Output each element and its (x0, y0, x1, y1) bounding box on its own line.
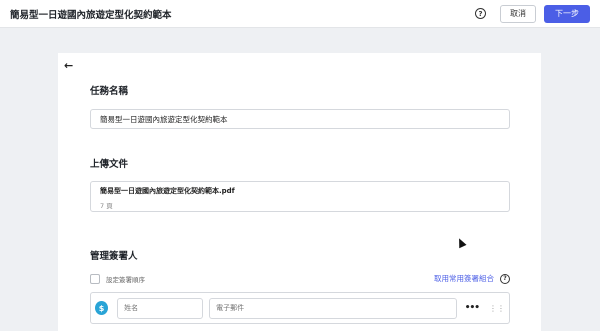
more-options-icon[interactable]: ••• (465, 303, 480, 313)
signer-row: $ ••• ⋮⋮ (90, 292, 510, 324)
signer-name-input[interactable] (117, 297, 204, 319)
signing-order-label: 設定簽署順序 (106, 275, 145, 284)
uploaded-file-card[interactable]: 簡易型一日遊國內旅遊定型化契約範本.pdf 7 頁 (90, 181, 510, 212)
signer-type-icon[interactable]: $ (95, 301, 109, 315)
cancel-button[interactable]: 取消 (500, 4, 536, 23)
help-icon[interactable]: ? (475, 8, 486, 19)
signing-order-row: 設定簽署順序 取用常用簽署組合 ? (90, 273, 510, 284)
task-name-heading: 任務名稱 (90, 86, 129, 97)
back-arrow-icon[interactable]: ← (64, 59, 73, 72)
file-name: 簡易型一日遊國內旅遊定型化契約範本.pdf (100, 187, 235, 195)
next-step-button[interactable]: 下一步 (544, 4, 590, 23)
document-title: 簡易型一日遊國內旅遊定型化契約範本 (10, 9, 172, 21)
task-name-input[interactable]: 簡易型一日遊國內旅遊定型化契約範本 (90, 109, 510, 129)
top-bar: 簡易型一日遊國內旅遊定型化契約範本 ? 取消 下一步 (0, 0, 600, 28)
signer-email-input[interactable] (209, 297, 457, 319)
upload-heading: 上傳文件 (90, 159, 129, 170)
drag-handle-icon[interactable]: ⋮⋮ (489, 304, 505, 313)
file-page-count: 7 頁 (100, 202, 113, 210)
common-signer-combo-link[interactable]: 取用常用簽署組合 (434, 273, 494, 284)
signing-order-checkbox[interactable] (90, 273, 100, 284)
combo-help-icon[interactable]: ? (500, 273, 510, 284)
main-card: ← 任務名稱 簡易型一日遊國內旅遊定型化契約範本 上傳文件 簡易型一日遊國內旅遊… (58, 53, 541, 331)
signers-heading: 管理簽署人 (90, 251, 138, 262)
